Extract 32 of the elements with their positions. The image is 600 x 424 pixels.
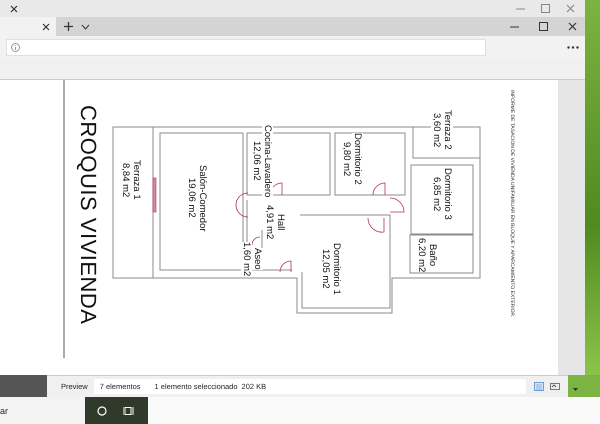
room-name: Salón-Comedor [197,165,208,232]
room-name: Terraza 1 [131,160,142,200]
room-area: 1,60 m2 [241,242,252,276]
room-area: 12,06 m2 [251,141,262,181]
circle-icon[interactable] [97,406,107,416]
room-area: 6,85 m2 [431,176,442,212]
close-icon[interactable] [42,22,50,30]
room-area: 12,05 m2 [320,249,331,289]
room-area: 6,20 m2 [416,238,427,272]
room-name: Dormitorio 2 [352,133,363,185]
search-box[interactable]: ar [0,397,85,424]
room-area: 8,84 m2 [120,162,131,197]
room-name: Baño [427,244,438,266]
close-icon[interactable] [10,4,18,12]
room-name: Hall [275,214,286,230]
room-area: 19,06 m2 [186,178,197,218]
room-area: 4,91 m2 [264,205,275,240]
room-name: Aseo [252,248,263,270]
room-name: Dormitorio 3 [442,168,453,220]
info-icon [11,42,20,52]
room-area: 9,80 m2 [341,142,352,176]
large-icons-view-icon[interactable] [550,382,560,391]
room-area: 3,60 m2 [431,112,442,147]
plus-icon[interactable] [64,22,73,31]
room-name: Dormitorio 1 [331,243,342,295]
task-view-icon[interactable] [123,406,134,416]
chevron-down-icon[interactable] [81,24,90,30]
page-title: CROQUIS VIVIENDA [75,105,101,324]
room-name: Cocina-Lavadero [262,125,273,198]
close-icon[interactable] [568,22,577,31]
room-name: Terraza 2 [442,110,453,150]
more-icon[interactable] [567,46,579,48]
